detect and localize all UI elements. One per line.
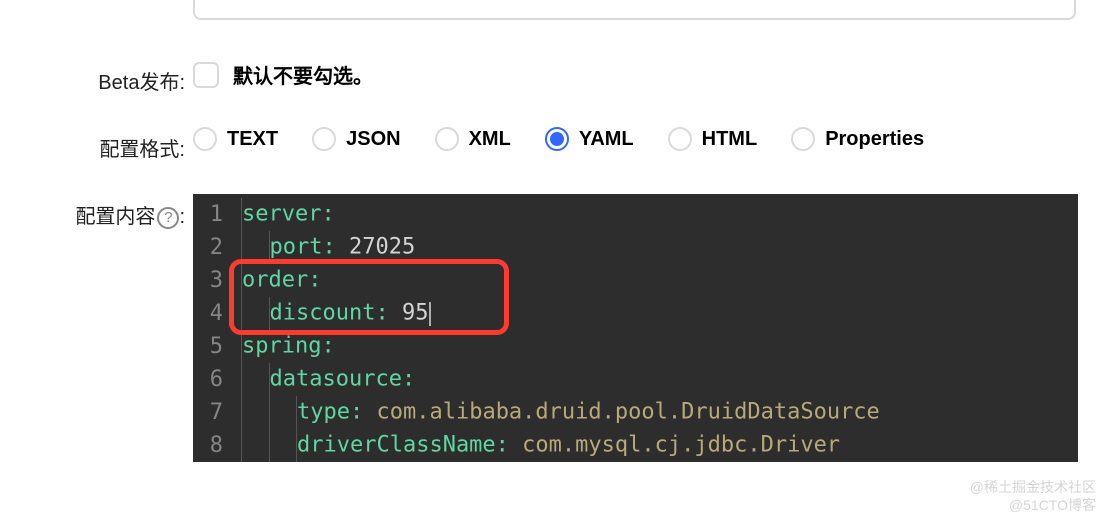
radio-circle-icon[interactable]	[545, 127, 569, 151]
radio-html[interactable]: HTML	[668, 127, 758, 151]
radio-label: XML	[469, 128, 511, 151]
radio-circle-icon[interactable]	[668, 127, 692, 151]
beta-checkbox[interactable]	[193, 62, 219, 88]
line-number: 3	[193, 268, 241, 293]
format-row: 配置格式: TEXT JSON XML YAML HTML Properties	[0, 127, 1108, 162]
radio-circle-icon[interactable]	[193, 127, 217, 151]
code-content: server:	[241, 198, 335, 231]
line-number: 1	[193, 202, 241, 227]
editor-line[interactable]: 5spring:	[193, 330, 1078, 363]
radio-circle-icon[interactable]	[791, 127, 815, 151]
editor-line[interactable]: 1server:	[193, 198, 1078, 231]
line-number: 7	[193, 400, 241, 425]
beta-hint: 默认不要勾选。	[233, 60, 373, 89]
editor-line[interactable]: 6 datasource:	[193, 363, 1078, 396]
code-content: port: 27025	[241, 231, 415, 264]
radio-label: Properties	[825, 128, 924, 151]
radio-json[interactable]: JSON	[312, 127, 400, 151]
code-content: order:	[241, 264, 321, 297]
line-number: 5	[193, 334, 241, 359]
watermark: @稀土掘金技术社区 @51CTO博客	[970, 478, 1096, 514]
line-number: 6	[193, 367, 241, 392]
editor-line[interactable]: 3order:	[193, 264, 1078, 297]
beta-row: Beta发布: 默认不要勾选。	[0, 60, 1108, 95]
radio-circle-icon[interactable]	[435, 127, 459, 151]
radio-text[interactable]: TEXT	[193, 127, 278, 151]
line-number: 8	[193, 433, 241, 458]
code-content: driverClassName: com.mysql.cj.jdbc.Drive…	[241, 429, 840, 462]
format-radio-group: TEXT JSON XML YAML HTML Properties	[193, 127, 1108, 151]
editor-line[interactable]: 7 type: com.alibaba.druid.pool.DruidData…	[193, 396, 1078, 429]
line-number: 4	[193, 301, 241, 326]
content-row: 配置内容?: 1server:2 port: 270253order:4 dis…	[0, 194, 1108, 462]
radio-label: TEXT	[227, 128, 278, 151]
top-input-remnant[interactable]	[193, 0, 1076, 20]
radio-label: YAML	[579, 128, 634, 151]
content-label-text: 配置内容	[75, 206, 155, 228]
format-label: 配置格式:	[0, 127, 185, 162]
code-content: spring:	[241, 330, 335, 363]
editor-line[interactable]: 8 driverClassName: com.mysql.cj.jdbc.Dri…	[193, 429, 1078, 462]
code-editor[interactable]: 1server:2 port: 270253order:4 discount: …	[193, 194, 1078, 462]
editor-line[interactable]: 4 discount: 95	[193, 297, 1078, 330]
content-label: 配置内容?:	[0, 194, 185, 229]
watermark-line1: @稀土掘金技术社区	[970, 478, 1096, 496]
radio-properties[interactable]: Properties	[791, 127, 924, 151]
radio-xml[interactable]: XML	[435, 127, 511, 151]
watermark-line2: @51CTO博客	[970, 496, 1096, 514]
code-content: discount: 95	[241, 297, 431, 330]
radio-yaml[interactable]: YAML	[545, 127, 634, 151]
beta-label: Beta发布:	[0, 60, 185, 95]
code-content: type: com.alibaba.druid.pool.DruidDataSo…	[241, 396, 880, 429]
help-icon[interactable]: ?	[157, 207, 179, 229]
line-number: 2	[193, 235, 241, 260]
code-content: datasource:	[241, 363, 415, 396]
editor-line[interactable]: 2 port: 27025	[193, 231, 1078, 264]
radio-circle-icon[interactable]	[312, 127, 336, 151]
radio-label: HTML	[702, 128, 758, 151]
radio-label: JSON	[346, 128, 400, 151]
